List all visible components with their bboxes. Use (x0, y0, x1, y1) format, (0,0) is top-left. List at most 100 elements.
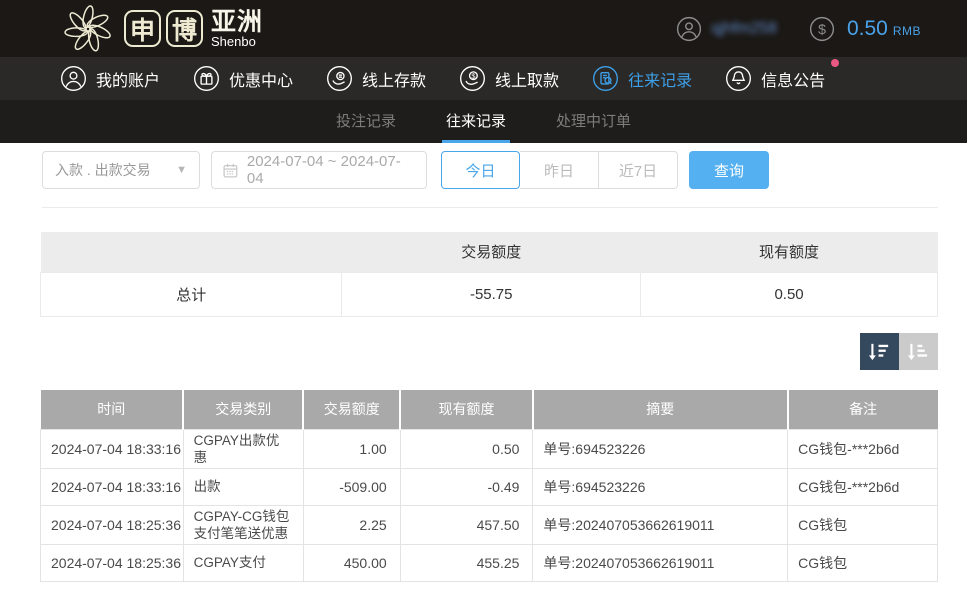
range-button-today[interactable]: 今日 (441, 151, 520, 189)
col-header-remark: 备注 (788, 390, 938, 429)
col-header-trade-amount: 交易额度 (303, 390, 400, 429)
cell-type: CGPAY出款优惠 (183, 429, 303, 468)
table-row: 2024-07-04 18:33:16 CGPAY出款优惠 1.00 0.50 … (41, 429, 938, 468)
page: 申 博 亚洲 Shenbo qjhfm258 $ 0.50 (0, 0, 967, 595)
col-header-type: 交易类别 (183, 390, 303, 429)
sort-buttons (860, 333, 938, 370)
main-navbar: 我的账户 优惠中心 线上存款 $ (0, 57, 967, 100)
calendar-icon (222, 162, 239, 179)
logo-char-shen: 申 (124, 10, 161, 47)
transaction-type-select[interactable]: 入款 . 出款交易 ▼ (42, 151, 200, 189)
sort-ascending-button[interactable] (899, 333, 938, 370)
topbar: 申 博 亚洲 Shenbo qjhfm258 $ 0.50 (0, 0, 967, 57)
date-range-input[interactable]: 2024-07-04 ~ 2024-07-04 (211, 151, 427, 189)
transaction-type-value: 入款 . 出款交易 (55, 160, 151, 180)
username-blurred[interactable]: qjhfm258 (711, 20, 777, 38)
cell-balance: 457.50 (400, 505, 533, 544)
quick-range-group: 今日 昨日 近7日 (441, 151, 678, 189)
record-tabbar: 投注记录 往来记录 处理中订单 (0, 100, 967, 143)
cell-remark: CG钱包-***2b6d (788, 429, 938, 468)
section-divider (42, 207, 938, 208)
nav-label: 线上取款 (495, 67, 559, 91)
nav-item-announcements[interactable]: 信息公告 (725, 65, 825, 92)
cell-time: 2024-07-04 18:33:16 (41, 468, 184, 505)
cell-trade-amount: -509.00 (303, 468, 400, 505)
cell-summary: 单号:202407053662619011 (533, 505, 788, 544)
col-header-balance: 现有额度 (400, 390, 533, 429)
balance-amount: 0.50 (847, 17, 888, 41)
filter-row: 入款 . 出款交易 ▼ 2024-07-04 ~ 2024-07-04 今日 昨… (42, 151, 769, 189)
cell-remark: CG钱包 (788, 544, 938, 581)
summary-header-row: 交易额度 现有额度 (41, 232, 938, 272)
cell-trade-amount: 450.00 (303, 544, 400, 581)
content-area: 入款 . 出款交易 ▼ 2024-07-04 ~ 2024-07-04 今日 昨… (0, 143, 967, 595)
svg-text:$: $ (471, 72, 475, 81)
summary-total-label: 总计 (41, 272, 342, 316)
svg-text:$: $ (818, 20, 826, 36)
summary-trade-amount: -55.75 (342, 272, 641, 316)
cell-balance: -0.49 (400, 468, 533, 505)
cell-time: 2024-07-04 18:33:16 (41, 429, 184, 468)
nav-item-deposit[interactable]: 线上存款 (326, 65, 426, 92)
cell-trade-amount: 1.00 (303, 429, 400, 468)
col-header-summary: 摘要 (533, 390, 788, 429)
nav-item-my-account[interactable]: 我的账户 (60, 65, 160, 92)
summary-balance: 0.50 (641, 272, 938, 316)
cell-balance: 0.50 (400, 429, 533, 468)
account-icon (60, 65, 87, 92)
nav-label: 优惠中心 (229, 67, 293, 91)
sort-asc-icon (907, 340, 930, 363)
user-avatar-icon (676, 16, 702, 42)
table-header-row: 时间 交易类别 交易额度 现有额度 摘要 备注 (41, 390, 938, 429)
tab-bet-records[interactable]: 投注记录 (332, 100, 400, 143)
balance-currency: RMB (893, 24, 921, 38)
summary-table: 交易额度 现有额度 总计 -55.75 0.50 (40, 232, 938, 317)
cell-time: 2024-07-04 18:25:36 (41, 544, 184, 581)
cell-remark: CG钱包 (788, 505, 938, 544)
tab-pending-orders[interactable]: 处理中订单 (552, 100, 635, 143)
cell-summary: 单号:694523226 (533, 429, 788, 468)
logo-char-bo: 博 (166, 10, 203, 47)
cell-type: CGPAY支付 (183, 544, 303, 581)
notification-dot (831, 59, 839, 67)
deposit-icon (326, 65, 353, 92)
announcement-icon (725, 65, 752, 92)
table-row: 2024-07-04 18:25:36 CGPAY-CG钱包支付笔笔送优惠 2.… (41, 505, 938, 544)
table-row: 2024-07-04 18:33:16 出款 -509.00 -0.49 单号:… (41, 468, 938, 505)
date-range-value: 2024-07-04 ~ 2024-07-04 (247, 153, 416, 187)
summary-total-row: 总计 -55.75 0.50 (41, 272, 938, 316)
transactions-table: 时间 交易类别 交易额度 现有额度 摘要 备注 2024-07-04 18:33… (40, 390, 938, 582)
nav-label: 信息公告 (761, 67, 825, 91)
records-icon (592, 65, 619, 92)
logo-subtitle: Shenbo (211, 35, 263, 49)
withdraw-icon: $ (459, 65, 486, 92)
cell-balance: 455.25 (400, 544, 533, 581)
nav-label: 往来记录 (628, 67, 692, 91)
table-row: 2024-07-04 18:25:36 CGPAY支付 450.00 455.2… (41, 544, 938, 581)
nav-item-promotions[interactable]: 优惠中心 (193, 65, 293, 92)
cell-type: 出款 (183, 468, 303, 505)
summary-header-balance: 现有额度 (641, 232, 938, 272)
nav-item-transaction-records[interactable]: 往来记录 (592, 65, 692, 92)
range-button-last7days[interactable]: 近7日 (599, 151, 678, 189)
chevron-down-icon: ▼ (176, 164, 187, 176)
topbar-account-area: qjhfm258 $ 0.50 RMB (676, 16, 921, 42)
cell-time: 2024-07-04 18:25:36 (41, 505, 184, 544)
flower-logo-icon (60, 1, 116, 57)
summary-header-trade-amount: 交易额度 (342, 232, 641, 272)
nav-item-withdraw[interactable]: $ 线上取款 (459, 65, 559, 92)
cell-summary: 单号:202407053662619011 (533, 544, 788, 581)
logo-region: 亚洲 (211, 9, 263, 35)
brand-logo[interactable]: 申 博 亚洲 Shenbo (60, 1, 263, 57)
summary-header-empty (41, 232, 342, 272)
cell-summary: 单号:694523226 (533, 468, 788, 505)
dollar-balance-icon: $ (809, 16, 835, 42)
promo-icon (193, 65, 220, 92)
logo-text: 亚洲 Shenbo (211, 9, 263, 49)
search-button[interactable]: 查询 (689, 151, 769, 189)
sort-descending-button[interactable] (860, 333, 899, 370)
range-button-yesterday[interactable]: 昨日 (520, 151, 599, 189)
tab-transaction-records[interactable]: 往来记录 (442, 100, 510, 143)
cell-trade-amount: 2.25 (303, 505, 400, 544)
col-header-time: 时间 (41, 390, 184, 429)
